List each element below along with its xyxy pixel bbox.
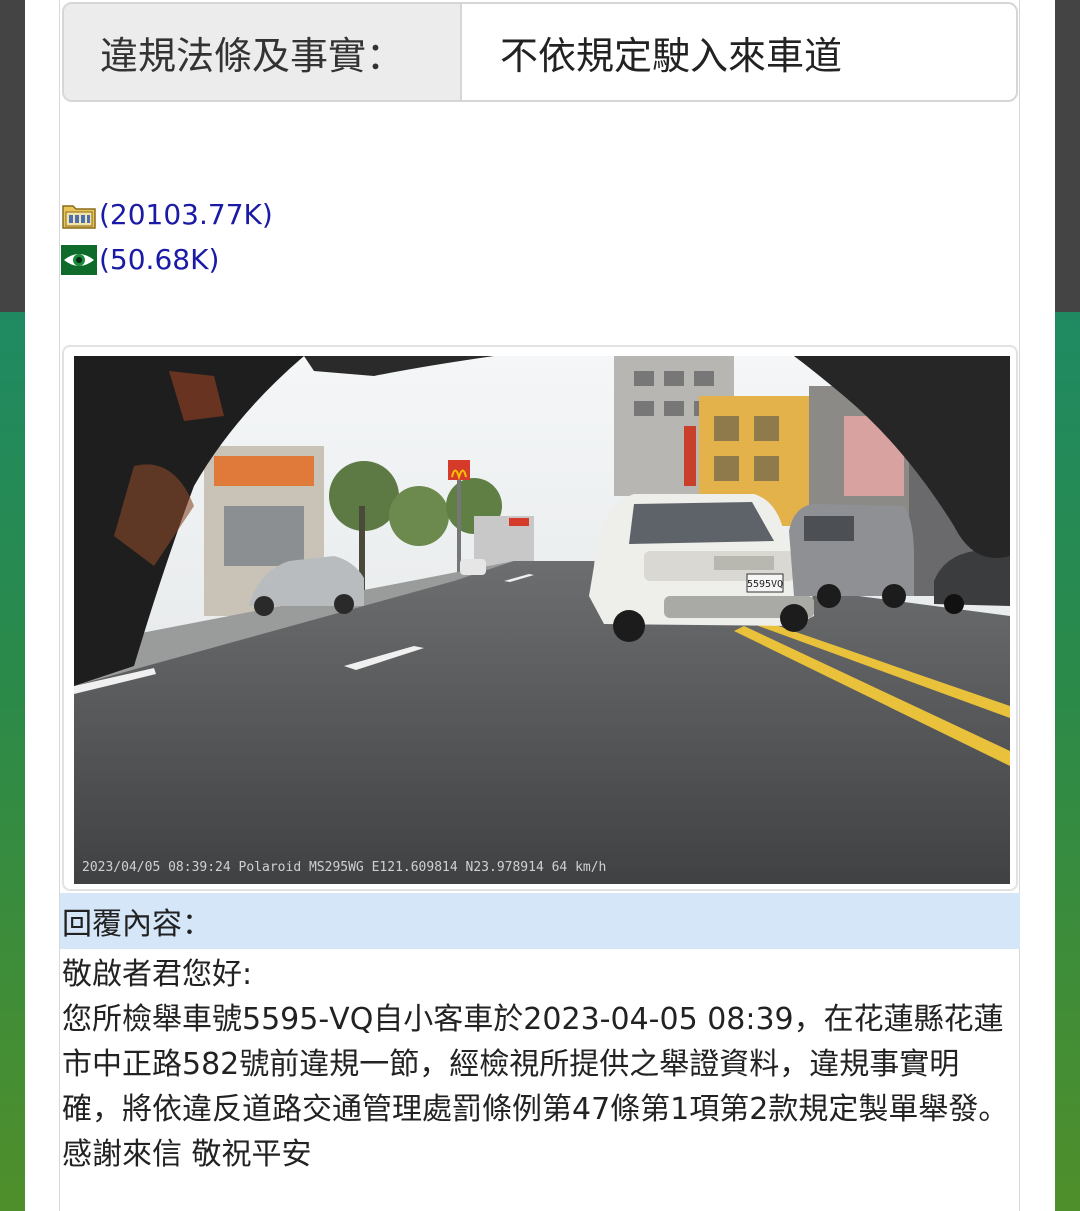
violation-info-row: 違規法條及事實： 不依規定駛入來車道 — [62, 2, 1018, 102]
violation-label: 違規法條及事實： — [64, 4, 462, 100]
evidence-photo-frame: 5595VQ 2023/04/05 08:39:24 Polaroid MS29… — [62, 345, 1018, 891]
reply-paragraph: 您所檢舉車號5595-VQ自小客車於2023-04-05 08:39，在花蓮縣花… — [62, 1002, 1009, 1127]
video-file-icon — [61, 200, 97, 230]
reply-closing: 感謝來信 敬祝平安 — [62, 1137, 312, 1172]
image-preview-link[interactable]: (50.68K) — [61, 243, 219, 276]
video-attachment-size: (20103.77K) — [99, 198, 273, 231]
photo-timestamp: 2023/04/05 08:39:24 Polaroid MS295WG E12… — [82, 860, 606, 875]
image-preview-size: (50.68K) — [99, 243, 220, 276]
evidence-photo[interactable]: 5595VQ 2023/04/05 08:39:24 Polaroid MS29… — [74, 356, 1010, 884]
eye-preview-icon — [61, 244, 97, 275]
reply-header: 回覆內容： — [60, 893, 1020, 949]
reply-body: 敬啟者君您好: 您所檢舉車號5595-VQ自小客車於2023-04-05 08:… — [62, 952, 1012, 1177]
video-attachment-link[interactable]: (20103.77K) — [61, 198, 273, 231]
reply-greeting: 敬啟者君您好: — [62, 957, 253, 992]
violation-value: 不依規定駛入來車道 — [500, 33, 843, 78]
license-plate: 5595VQ — [747, 579, 783, 590]
